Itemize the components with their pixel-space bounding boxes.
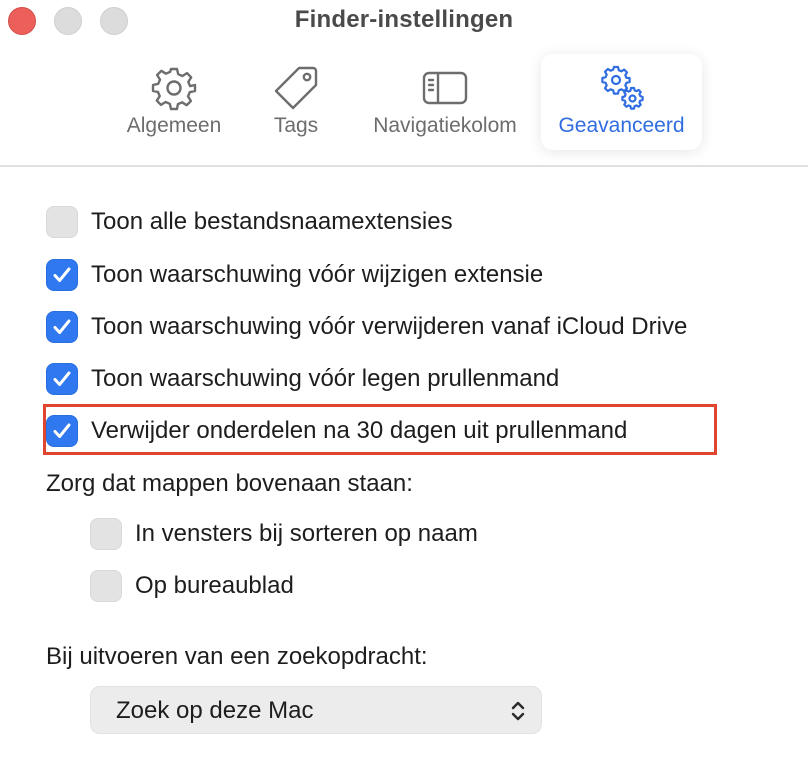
search-scope-popup[interactable]: Zoek op deze Mac	[90, 686, 542, 734]
finder-settings-window: Finder-instellingen Algemeen Tags Naviga…	[0, 0, 808, 760]
checkmark-icon	[53, 267, 71, 282]
checkbox-warn-icloud-remove[interactable]	[46, 311, 78, 343]
tab-tags[interactable]: Tags	[256, 54, 336, 150]
checkbox-label: Toon alle bestandsnaamextensies	[91, 208, 453, 235]
checkbox-row-show-extensions[interactable]: Toon alle bestandsnaamextensies	[46, 204, 453, 240]
sidebar-icon	[422, 71, 468, 105]
checkbox-label: Verwijder onderdelen na 30 dagen uit pru…	[91, 417, 628, 444]
checkbox-row-remove-after-30-days[interactable]: Verwijder onderdelen na 30 dagen uit pru…	[46, 413, 627, 449]
gear-icon	[151, 67, 197, 111]
tab-advanced[interactable]: Geavanceerd	[541, 54, 702, 150]
checkbox-warn-change-extension[interactable]	[46, 259, 78, 291]
checkbox-label: Toon waarschuwing vóór wijzigen extensie	[91, 261, 544, 288]
checkbox-remove-after-30-days[interactable]	[46, 415, 78, 447]
window-title: Finder-instellingen	[294, 6, 514, 33]
checkbox-label: Toon waarschuwing vóór legen prullenmand	[91, 365, 560, 392]
gears-icon	[600, 65, 644, 110]
checkbox-folders-in-windows[interactable]	[90, 518, 122, 550]
search-scope-heading: Bij uitvoeren van een zoekopdracht:	[46, 643, 428, 670]
checkbox-row-warn-empty-trash[interactable]: Toon waarschuwing vóór legen prullenmand	[46, 361, 559, 397]
tab-tags-label: Tags	[273, 114, 319, 137]
title-bar: Finder-instellingen Algemeen Tags Naviga…	[0, 0, 808, 167]
tab-general[interactable]: Algemeen	[112, 54, 236, 150]
checkbox-row-folders-on-desktop[interactable]: Op bureaublad	[90, 568, 294, 604]
checkbox-show-extensions[interactable]	[46, 206, 78, 238]
tab-general-label: Algemeen	[126, 114, 222, 137]
checkbox-label: Toon waarschuwing vóór verwijderen vanaf…	[91, 313, 688, 340]
checkmark-icon	[53, 423, 71, 438]
tab-advanced-label: Geavanceerd	[558, 114, 685, 137]
checkbox-row-warn-icloud-remove[interactable]: Toon waarschuwing vóór verwijderen vanaf…	[46, 309, 687, 345]
checkbox-warn-empty-trash[interactable]	[46, 363, 78, 395]
tab-sidebar-label: Navigatiekolom	[373, 114, 517, 137]
tab-sidebar[interactable]: Navigatiekolom	[355, 54, 535, 150]
checkbox-folders-on-desktop[interactable]	[90, 570, 122, 602]
checkbox-row-warn-change-extension[interactable]: Toon waarschuwing vóór wijzigen extensie	[46, 257, 543, 293]
checkmark-icon	[53, 319, 71, 334]
checkmark-icon	[53, 371, 71, 386]
tag-icon	[274, 66, 318, 110]
search-scope-value: Zoek op deze Mac	[116, 697, 314, 724]
checkbox-label: In vensters bij sorteren op naam	[135, 520, 478, 547]
checkbox-row-folders-in-windows[interactable]: In vensters bij sorteren op naam	[90, 516, 478, 552]
chevron-updown-icon	[511, 701, 525, 721]
checkbox-label: Op bureaublad	[135, 572, 294, 599]
folders-on-top-heading: Zorg dat mappen bovenaan staan:	[46, 470, 413, 497]
